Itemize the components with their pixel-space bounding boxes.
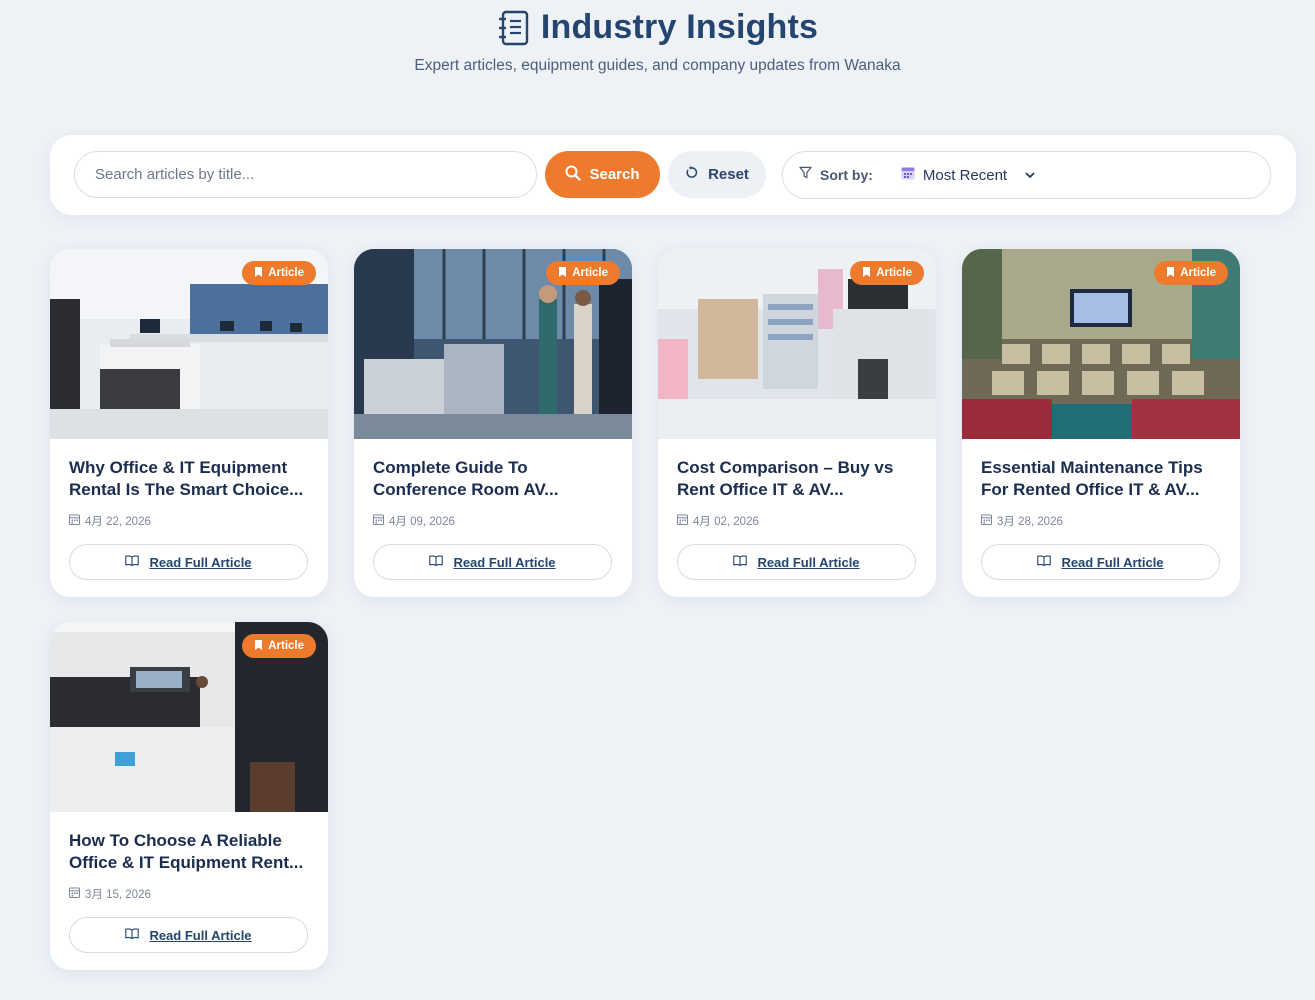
book-open-icon [125,553,140,571]
bookmark-icon [1166,266,1175,280]
search-icon [565,165,582,185]
article-title[interactable]: Complete Guide To Conference Room AV... [373,457,613,501]
search-input[interactable] [74,151,537,198]
read-full-article-label: Read Full Article [757,554,860,570]
journal-list-icon [497,10,531,46]
badge-label: Article [572,267,608,279]
sort-control: Sort by: Most Recent [782,151,1271,199]
article-card[interactable]: Article Cost Comparison – Buy vs Rent Of… [658,249,936,597]
page-title: Industry Insights [540,8,819,46]
office-floor-printer-photo[interactable]: Article [50,249,328,439]
book-open-icon [1037,553,1052,571]
date-text: 4月 09, 2026 [389,516,455,528]
calendar-icon [981,514,992,528]
sort-select[interactable]: Most Recent [901,166,1035,185]
article-date: 3月 28, 2026 [981,513,1063,529]
search-button[interactable]: Search [545,151,660,198]
read-full-article-label: Read Full Article [1061,554,1164,570]
book-open-icon [429,553,444,571]
calendar-icon [677,514,688,528]
read-full-article-button[interactable]: Read Full Article [373,544,612,580]
article-badge: Article [850,261,924,285]
reset-button-label: Reset [708,166,749,183]
book-open-icon [733,553,748,571]
calendar-icon [69,887,80,901]
article-date: 3月 15, 2026 [69,886,151,902]
reset-icon [685,166,698,183]
man-using-copier-photo[interactable]: Article [50,622,328,812]
read-full-article-label: Read Full Article [149,554,252,570]
article-title[interactable]: Why Office & IT Equipment Rental Is The … [69,457,309,501]
page-subtitle: Expert articles, equipment guides, and c… [414,57,901,74]
badge-label: Article [876,267,912,279]
sort-selected-value: Most Recent [922,166,1008,184]
office-copiers-people-photo[interactable]: Article [354,249,632,439]
article-badge: Article [1154,261,1228,285]
page: Industry Insights Expert articles, equip… [0,0,1315,1000]
calendar-icon [373,514,384,528]
read-full-article-label: Read Full Article [453,554,556,570]
sort-label: Sort by: [820,167,873,183]
conference-room-chairs-photo[interactable]: Article [962,249,1240,439]
search-button-label: Search [589,166,640,183]
article-badge: Article [546,261,620,285]
bookmark-icon [862,266,871,280]
article-card[interactable]: Article Why Office & IT Equipment Rental… [50,249,328,597]
calendar-icon [901,166,915,185]
article-date: 4月 02, 2026 [677,513,759,529]
article-title[interactable]: Essential Maintenance Tips For Rented Of… [981,457,1221,501]
read-full-article-button[interactable]: Read Full Article [677,544,916,580]
read-full-article-button[interactable]: Read Full Article [69,544,308,580]
reset-button[interactable]: Reset [668,151,766,198]
bookmark-icon [558,266,567,280]
read-full-article-label: Read Full Article [149,927,252,943]
chevron-down-icon [1025,166,1035,184]
filter-panel: Search Reset Sort by: Most Recent [50,135,1296,215]
article-badge: Article [242,634,316,658]
date-text: 4月 22, 2026 [85,516,151,528]
article-date: 4月 09, 2026 [373,513,455,529]
date-text: 3月 28, 2026 [997,516,1063,528]
date-text: 3月 15, 2026 [85,889,151,901]
page-header: Industry Insights Expert articles, equip… [0,0,1315,75]
read-full-article-button[interactable]: Read Full Article [981,544,1220,580]
article-title[interactable]: How To Choose A Reliable Office & IT Equ… [69,830,309,874]
article-card[interactable]: Article Essential Maintenance Tips For R… [962,249,1240,597]
article-title[interactable]: Cost Comparison – Buy vs Rent Office IT … [677,457,917,501]
article-date: 4月 22, 2026 [69,513,151,529]
article-card[interactable]: Article Complete Guide To Conference Roo… [354,249,632,597]
calendar-icon [69,514,80,528]
read-full-article-button[interactable]: Read Full Article [69,917,308,953]
book-open-icon [125,926,140,944]
badge-label: Article [268,640,304,652]
bookmark-icon [254,639,263,653]
article-card[interactable]: Article How To Choose A Reliable Office … [50,622,328,970]
badge-label: Article [268,267,304,279]
article-badge: Article [242,261,316,285]
badge-label: Article [1180,267,1216,279]
filter-icon [799,166,812,184]
printer-closeup-photo[interactable]: Article [658,249,936,439]
bookmark-icon [254,266,263,280]
date-text: 4月 02, 2026 [693,516,759,528]
